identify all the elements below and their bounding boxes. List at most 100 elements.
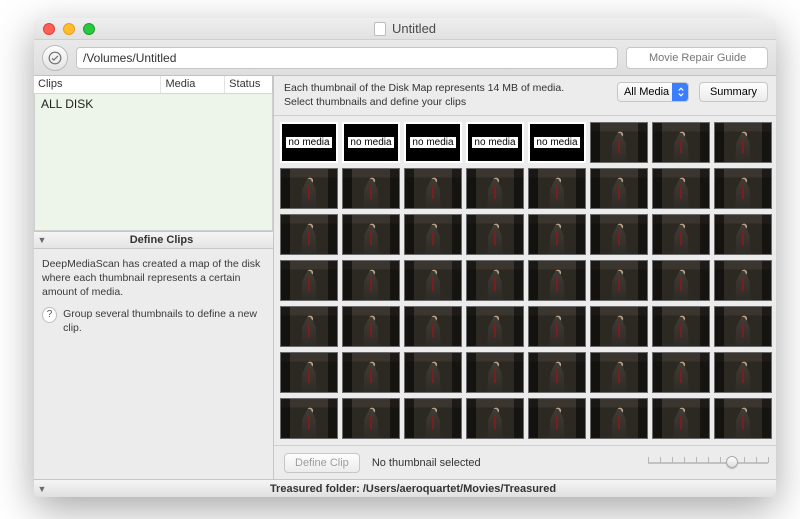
thumbnail[interactable]: no media [280, 122, 338, 163]
thumbnail[interactable] [342, 398, 400, 439]
thumbnail[interactable] [404, 352, 462, 393]
right-pane: Each thumbnail of the Disk Map represent… [274, 76, 776, 479]
define-clips-title: Define Clips [50, 234, 273, 246]
hint-text: Group several thumbnails to define a new… [63, 307, 265, 335]
slider-knob[interactable] [726, 456, 738, 468]
hint-row: ? Group several thumbnails to define a n… [42, 307, 265, 335]
toolbar [34, 40, 776, 76]
thumbnail[interactable] [466, 398, 524, 439]
thumbnail[interactable] [652, 398, 710, 439]
thumbnail[interactable]: no media [404, 122, 462, 163]
no-media-label: no media [534, 137, 579, 148]
thumbnail[interactable] [342, 260, 400, 301]
thumbnail[interactable] [404, 214, 462, 255]
thumbnail[interactable] [404, 260, 462, 301]
thumbnail[interactable] [652, 260, 710, 301]
media-filter-wrap: All Media [617, 82, 689, 102]
thumbnail-scroll[interactable]: no media no media no media no media no media [274, 116, 776, 445]
instruction-line1: Each thumbnail of the Disk Map represent… [284, 82, 607, 96]
col-status[interactable]: Status [225, 76, 273, 93]
define-clip-button[interactable]: Define Clip [284, 453, 360, 473]
thumbnail[interactable] [590, 168, 648, 209]
no-media-label: no media [286, 137, 331, 148]
document-icon [374, 22, 386, 36]
thumbnail[interactable] [590, 260, 648, 301]
left-pane: Clips Media Status ALL DISK ▼ Define Cli… [34, 76, 274, 479]
thumbnail[interactable] [714, 122, 772, 163]
thumbnail[interactable] [714, 168, 772, 209]
minimize-window-button[interactable] [63, 23, 75, 35]
thumbnail[interactable] [590, 122, 648, 163]
thumbnail[interactable] [466, 260, 524, 301]
thumbnail[interactable]: no media [528, 122, 586, 163]
scan-button[interactable] [42, 45, 68, 71]
thumbnail[interactable] [404, 398, 462, 439]
clips-list[interactable]: ALL DISK [34, 94, 273, 231]
no-media-label: no media [348, 137, 393, 148]
thumbnail[interactable] [280, 214, 338, 255]
thumbnail[interactable] [652, 306, 710, 347]
thumbnail[interactable] [528, 398, 586, 439]
thumbnail[interactable] [528, 214, 586, 255]
define-clips-text: DeepMediaScan has created a map of the d… [42, 257, 265, 300]
define-clips-header[interactable]: ▼ Define Clips [34, 231, 273, 249]
thumbnail[interactable] [590, 352, 648, 393]
thumbnail[interactable] [528, 260, 586, 301]
clips-row-all-disk[interactable]: ALL DISK [35, 94, 272, 114]
thumbnail[interactable] [652, 168, 710, 209]
thumbnail-size-slider[interactable] [648, 454, 768, 472]
disclosure-triangle-icon[interactable]: ▼ [34, 235, 50, 245]
statusbar-disclosure-icon[interactable]: ▼ [34, 484, 50, 494]
thumbnail[interactable] [714, 398, 772, 439]
thumbnail[interactable] [466, 168, 524, 209]
thumbnail[interactable] [466, 352, 524, 393]
thumbnail[interactable] [528, 306, 586, 347]
col-clips[interactable]: Clips [34, 76, 161, 93]
thumbnail[interactable] [342, 306, 400, 347]
thumbnail-grid: no media no media no media no media no media [280, 122, 772, 439]
summary-button[interactable]: Summary [699, 82, 768, 102]
close-window-button[interactable] [43, 23, 55, 35]
thumbnail[interactable] [714, 352, 772, 393]
col-media[interactable]: Media [161, 76, 225, 93]
thumbnail[interactable] [280, 306, 338, 347]
thumbnail[interactable] [590, 398, 648, 439]
thumbnail[interactable] [404, 306, 462, 347]
thumbnail[interactable] [404, 168, 462, 209]
slider-ticks [648, 457, 768, 469]
thumbnail[interactable] [652, 214, 710, 255]
thumbnail[interactable] [590, 214, 648, 255]
thumbnail[interactable] [714, 260, 772, 301]
search-input[interactable] [626, 47, 768, 69]
thumbnail[interactable] [590, 306, 648, 347]
thumbnail[interactable] [342, 352, 400, 393]
thumbnail[interactable] [528, 352, 586, 393]
titlebar: Untitled [34, 18, 776, 40]
path-input[interactable] [76, 47, 618, 69]
window-title-text: Untitled [392, 21, 436, 36]
thumbnail[interactable] [342, 214, 400, 255]
thumbnail[interactable] [280, 168, 338, 209]
thumbnail[interactable] [466, 306, 524, 347]
instruction-line2: Select thumbnails and define your clips [284, 96, 607, 110]
thumbnail[interactable] [652, 122, 710, 163]
thumbnail[interactable] [714, 306, 772, 347]
instruction-bar: Each thumbnail of the Disk Map represent… [274, 76, 776, 116]
status-bar: ▼ Treasured folder: /Users/aeroquartet/M… [34, 479, 776, 497]
thumbnail[interactable] [466, 214, 524, 255]
app-window: Untitled Clips Media Status [34, 18, 776, 497]
thumbnail[interactable]: no media [466, 122, 524, 163]
thumbnail[interactable] [280, 352, 338, 393]
thumbnail[interactable] [528, 168, 586, 209]
zoom-window-button[interactable] [83, 23, 95, 35]
checkmark-icon [48, 51, 62, 65]
thumbnail[interactable] [280, 260, 338, 301]
thumbnail[interactable] [342, 168, 400, 209]
no-media-label: no media [472, 137, 517, 148]
help-icon[interactable]: ? [42, 307, 57, 323]
thumbnail[interactable] [652, 352, 710, 393]
thumbnail[interactable] [280, 398, 338, 439]
define-clips-body: DeepMediaScan has created a map of the d… [34, 249, 273, 344]
thumbnail[interactable]: no media [342, 122, 400, 163]
thumbnail[interactable] [714, 214, 772, 255]
